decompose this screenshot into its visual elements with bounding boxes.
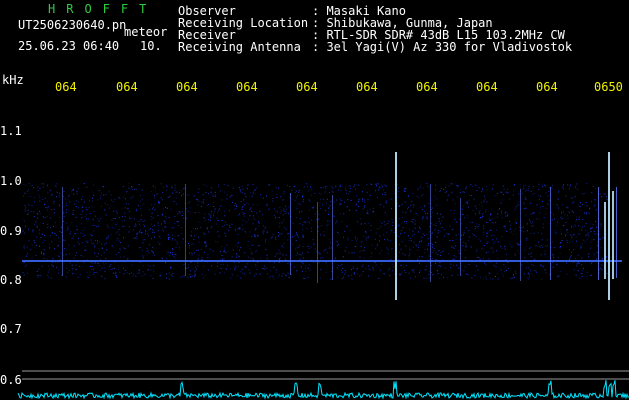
- time-tick-label: 064: [416, 80, 438, 94]
- meteor-echo: [185, 184, 186, 276]
- time-tick-label: 064: [356, 80, 378, 94]
- meteor-echo: [604, 202, 606, 279]
- time-tick-label: 064: [176, 80, 198, 94]
- date-time: 25.06.23 06:40: [18, 39, 120, 53]
- time-tick-label: 064: [116, 80, 138, 94]
- meteor-echo: [520, 189, 521, 281]
- y-tick-label: 1.1: [0, 124, 22, 138]
- file-name: UT2506230640.pn: [18, 18, 127, 32]
- antenna-label: Receiving Antenna: [178, 40, 301, 54]
- noise-band: [22, 183, 608, 280]
- time-tick-label: 064: [296, 80, 318, 94]
- time-tick-label: 064: [476, 80, 498, 94]
- time-tick-label: 064: [536, 80, 558, 94]
- meteor-echo: [290, 193, 291, 275]
- hrofft-spectrogram-window: HROFFT UT2506230640.pn meteor 25.06.23 0…: [0, 0, 629, 400]
- amplitude-trace: [17, 380, 629, 400]
- carrier-line: [22, 260, 622, 262]
- detection-tag: meteor: [124, 25, 168, 39]
- meteor-echo: [616, 187, 617, 278]
- meteor-echo: [550, 187, 551, 280]
- y-tick-label: 0.9: [0, 224, 22, 238]
- time-tick-label: 0650: [594, 80, 623, 94]
- meteor-echo: [460, 198, 461, 276]
- y-tick-label: 1.0: [0, 174, 22, 188]
- time-tick-label: 064: [236, 80, 258, 94]
- counter-value: 10.: [140, 39, 162, 53]
- meteor-echo: [332, 195, 333, 280]
- y-tick-label: 0.8: [0, 273, 22, 287]
- meteor-echo: [317, 202, 318, 283]
- meteor-echo: [608, 152, 610, 300]
- y-tick-label: 0.6: [0, 373, 22, 387]
- time-tick-label: 064: [55, 80, 77, 94]
- antenna-value: : 3el Yagi(V) Az 330 for Vladivostok: [312, 40, 573, 54]
- spectrogram-canvas: [17, 152, 629, 400]
- meteor-echo: [612, 191, 614, 279]
- brand-title: HROFFT: [48, 2, 158, 16]
- meteor-echo: [598, 187, 599, 280]
- meteor-echo: [395, 152, 397, 300]
- y-tick-label: 0.7: [0, 322, 22, 336]
- meteor-echo: [62, 187, 63, 276]
- frequency-unit-label: kHz: [2, 73, 24, 87]
- meteor-echo: [430, 184, 431, 282]
